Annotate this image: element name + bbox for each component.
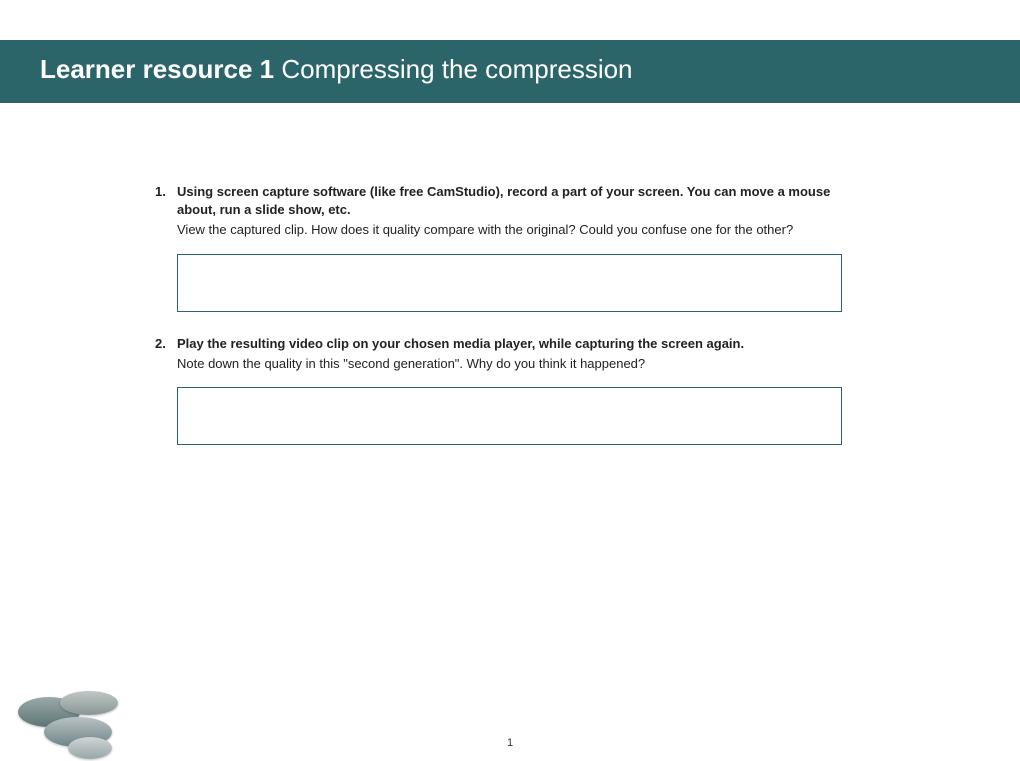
- question-prompt: Play the resulting video clip on your ch…: [177, 335, 845, 353]
- content-area: 1. Using screen capture software (like f…: [155, 183, 845, 468]
- oval-graphic: [68, 737, 112, 759]
- page-title-bar: Learner resource 1 Compressing the compr…: [0, 40, 1020, 103]
- title-light: Compressing the compression: [274, 54, 632, 84]
- question-number: 1.: [155, 183, 177, 240]
- question-body: Using screen capture software (like free…: [177, 183, 845, 240]
- question-sub: View the captured clip. How does it qual…: [177, 221, 845, 239]
- page-number: 1: [507, 737, 513, 749]
- answer-input-1[interactable]: [177, 254, 842, 312]
- answer-input-2[interactable]: [177, 387, 842, 445]
- oval-graphic: [60, 691, 118, 715]
- question-prompt: Using screen capture software (like free…: [177, 183, 845, 219]
- question-1: 1. Using screen capture software (like f…: [155, 183, 845, 240]
- question-2: 2. Play the resulting video clip on your…: [155, 335, 845, 373]
- question-sub: Note down the quality in this "second ge…: [177, 355, 845, 373]
- question-body: Play the resulting video clip on your ch…: [177, 335, 845, 373]
- title-bold: Learner resource 1: [40, 54, 274, 84]
- decorative-ovals: [18, 689, 128, 759]
- question-number: 2.: [155, 335, 177, 373]
